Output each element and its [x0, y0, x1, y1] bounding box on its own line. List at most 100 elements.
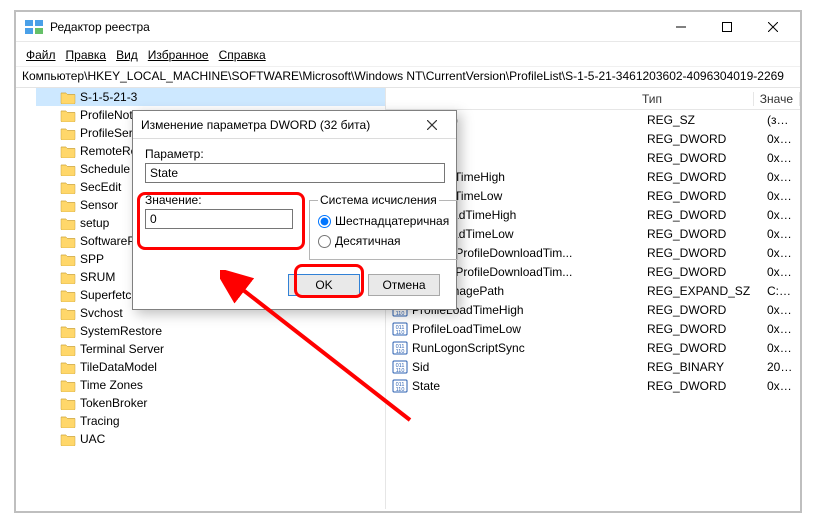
tree-item[interactable]: S-1-5-21-3: [36, 88, 385, 106]
value-type: REG_DWORD: [641, 189, 761, 203]
value-data: 0x000: [761, 341, 800, 355]
value-type: REG_EXPAND_SZ: [641, 284, 761, 298]
tree-item-label: TileDataModel: [80, 360, 157, 374]
folder-icon: [60, 342, 76, 356]
svg-text:110: 110: [396, 368, 405, 374]
value-type: REG_DWORD: [641, 170, 761, 184]
tree-item-label: TokenBroker: [80, 396, 147, 410]
list-row[interactable]: 011110StateREG_DWORD0x000: [386, 376, 800, 395]
folder-icon: [60, 180, 76, 194]
param-label: Параметр:: [145, 147, 444, 161]
value-data: 0x000: [761, 322, 800, 336]
value-name: RunLogonScriptSync: [412, 341, 525, 355]
folder-icon: [60, 378, 76, 392]
radix-hex[interactable]: [318, 215, 331, 228]
radix-group: Система исчисления Шестнадцатеричная Дес…: [309, 193, 458, 260]
svg-text:110: 110: [396, 330, 405, 336]
tree-item[interactable]: Terminal Server: [36, 340, 385, 358]
folder-icon: [60, 324, 76, 338]
value-name: State: [412, 379, 440, 393]
tree-item-label: Terminal Server: [80, 342, 164, 356]
folder-icon: [60, 414, 76, 428]
value-type: REG_DWORD: [641, 303, 761, 317]
folder-icon: [60, 270, 76, 284]
tree-item-label: setup: [80, 216, 109, 230]
maximize-button[interactable]: [704, 13, 750, 41]
cancel-button[interactable]: Отмена: [368, 274, 440, 296]
folder-icon: [60, 360, 76, 374]
value-data: 0xd2a: [761, 189, 800, 203]
value-icon: 011110: [392, 340, 408, 356]
tree-item-label: Tracing: [80, 414, 120, 428]
value-data: 0x000: [761, 246, 800, 260]
value-type: REG_DWORD: [641, 265, 761, 279]
param-name-input[interactable]: [145, 163, 445, 183]
ok-button[interactable]: OK: [288, 274, 360, 296]
address-bar[interactable]: Компьютер\HKEY_LOCAL_MACHINE\SOFTWARE\Mi…: [16, 67, 800, 88]
value-type: REG_DWORD: [641, 341, 761, 355]
folder-icon: [60, 396, 76, 410]
svg-text:110: 110: [396, 387, 405, 393]
tree-item-label: SPP: [80, 252, 104, 266]
menu-file[interactable]: Файл: [22, 46, 60, 64]
value-data: 0x000: [761, 379, 800, 393]
value-icon: 011110: [392, 321, 408, 337]
value-type: REG_DWORD: [641, 132, 761, 146]
value-data: 0x01d: [761, 208, 800, 222]
menu-edit[interactable]: Правка: [62, 46, 111, 64]
radix-hex-row[interactable]: Шестнадцатеричная: [318, 211, 449, 231]
close-button[interactable]: [750, 13, 796, 41]
menu-view[interactable]: Вид: [112, 46, 142, 64]
folder-icon: [60, 126, 76, 140]
col-type[interactable]: Тип: [636, 92, 754, 106]
minimize-button[interactable]: [658, 13, 704, 41]
value-type: REG_DWORD: [641, 151, 761, 165]
folder-icon: [60, 288, 76, 302]
tree-item[interactable]: SystemRestore: [36, 322, 385, 340]
regedit-icon: [24, 17, 44, 37]
tree-item[interactable]: Time Zones: [36, 376, 385, 394]
tree-item[interactable]: UAC: [36, 430, 385, 448]
radix-dec[interactable]: [318, 235, 331, 248]
dialog-title: Изменение параметра DWORD (32 бита): [141, 118, 416, 132]
list-header[interactable]: Тип Значе: [386, 88, 800, 110]
value-data: 0x01d: [761, 170, 800, 184]
menu-favorites[interactable]: Избранное: [144, 46, 213, 64]
list-row[interactable]: 011110 ProfileLoadTimeLow REG_DWORD0x000: [386, 319, 800, 338]
tree-item[interactable]: TokenBroker: [36, 394, 385, 412]
value-type: REG_DWORD: [641, 246, 761, 260]
dialog-close-button[interactable]: [416, 113, 448, 137]
tree-item[interactable]: TileDataModel: [36, 358, 385, 376]
value-type: REG_DWORD: [641, 322, 761, 336]
col-data[interactable]: Значе: [754, 92, 800, 106]
value-data: 0x35b: [761, 227, 800, 241]
tree-item-label: S-1-5-21-3: [80, 90, 137, 104]
radix-dec-row[interactable]: Десятичная: [318, 231, 449, 251]
value-data: (знач: [761, 113, 800, 127]
value-type: REG_SZ: [641, 113, 761, 127]
menubar: Файл Правка Вид Избранное Справка: [16, 42, 800, 67]
value-data: 0x000: [761, 132, 800, 146]
value-type: REG_BINARY: [641, 360, 761, 374]
value-data: 0x000: [761, 303, 800, 317]
titlebar: Редактор реестра: [16, 12, 800, 42]
list-row[interactable]: 011110SidREG_BINARY20 08: [386, 357, 800, 376]
folder-icon: [60, 108, 76, 122]
folder-icon: [60, 234, 76, 248]
value-input[interactable]: [145, 209, 293, 229]
window-title: Редактор реестра: [50, 20, 658, 34]
tree-item-label: Sensor: [80, 198, 118, 212]
folder-icon: [60, 252, 76, 266]
list-row[interactable]: 011110 RunLogonScriptSync REG_DWORD0x000: [386, 338, 800, 357]
tree-item-label: Superfetch: [80, 288, 138, 302]
menu-help[interactable]: Справка: [215, 46, 270, 64]
tree-item-label: SecEdit: [80, 180, 121, 194]
value-name: Sid: [412, 360, 429, 374]
value-name: ProfileLoadTimeLow: [412, 322, 521, 336]
svg-text:110: 110: [396, 311, 405, 317]
value-data: 0x000: [761, 151, 800, 165]
folder-icon: [60, 306, 76, 320]
tree-item-label: Time Zones: [80, 378, 143, 392]
folder-icon: [60, 432, 76, 446]
tree-item[interactable]: Tracing: [36, 412, 385, 430]
